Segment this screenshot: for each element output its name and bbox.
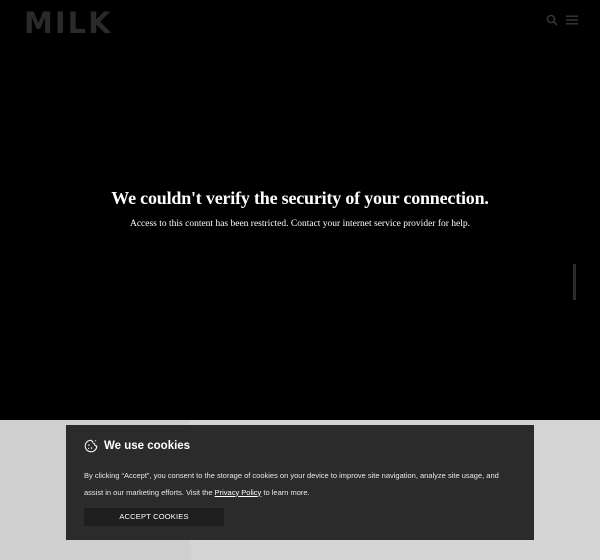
cookie-title: We use cookies bbox=[104, 440, 191, 452]
search-icon[interactable] bbox=[546, 14, 558, 26]
blocked-description: Access to this content has been restrict… bbox=[129, 219, 471, 229]
top-bar: MILK bbox=[0, 0, 600, 44]
cookie-description: By clicking “Accept”, you consent to the… bbox=[84, 468, 514, 501]
blocked-message: We couldn't verify the security of your … bbox=[0, 188, 600, 229]
header-icons bbox=[546, 14, 578, 26]
side-scroll-handle[interactable] bbox=[573, 264, 576, 300]
blocked-title: We couldn't verify the security of your … bbox=[111, 188, 489, 208]
cookie-icon bbox=[84, 439, 98, 453]
privacy-policy-link[interactable]: Privacy Policy bbox=[215, 488, 262, 497]
site-logo[interactable]: MILK bbox=[24, 8, 113, 38]
menu-icon[interactable] bbox=[566, 15, 578, 25]
cookie-header: We use cookies bbox=[84, 439, 190, 453]
cookie-text-after-link: to learn more. bbox=[261, 487, 310, 497]
accept-cookies-button[interactable]: ACCEPT COOKIES bbox=[84, 508, 224, 526]
